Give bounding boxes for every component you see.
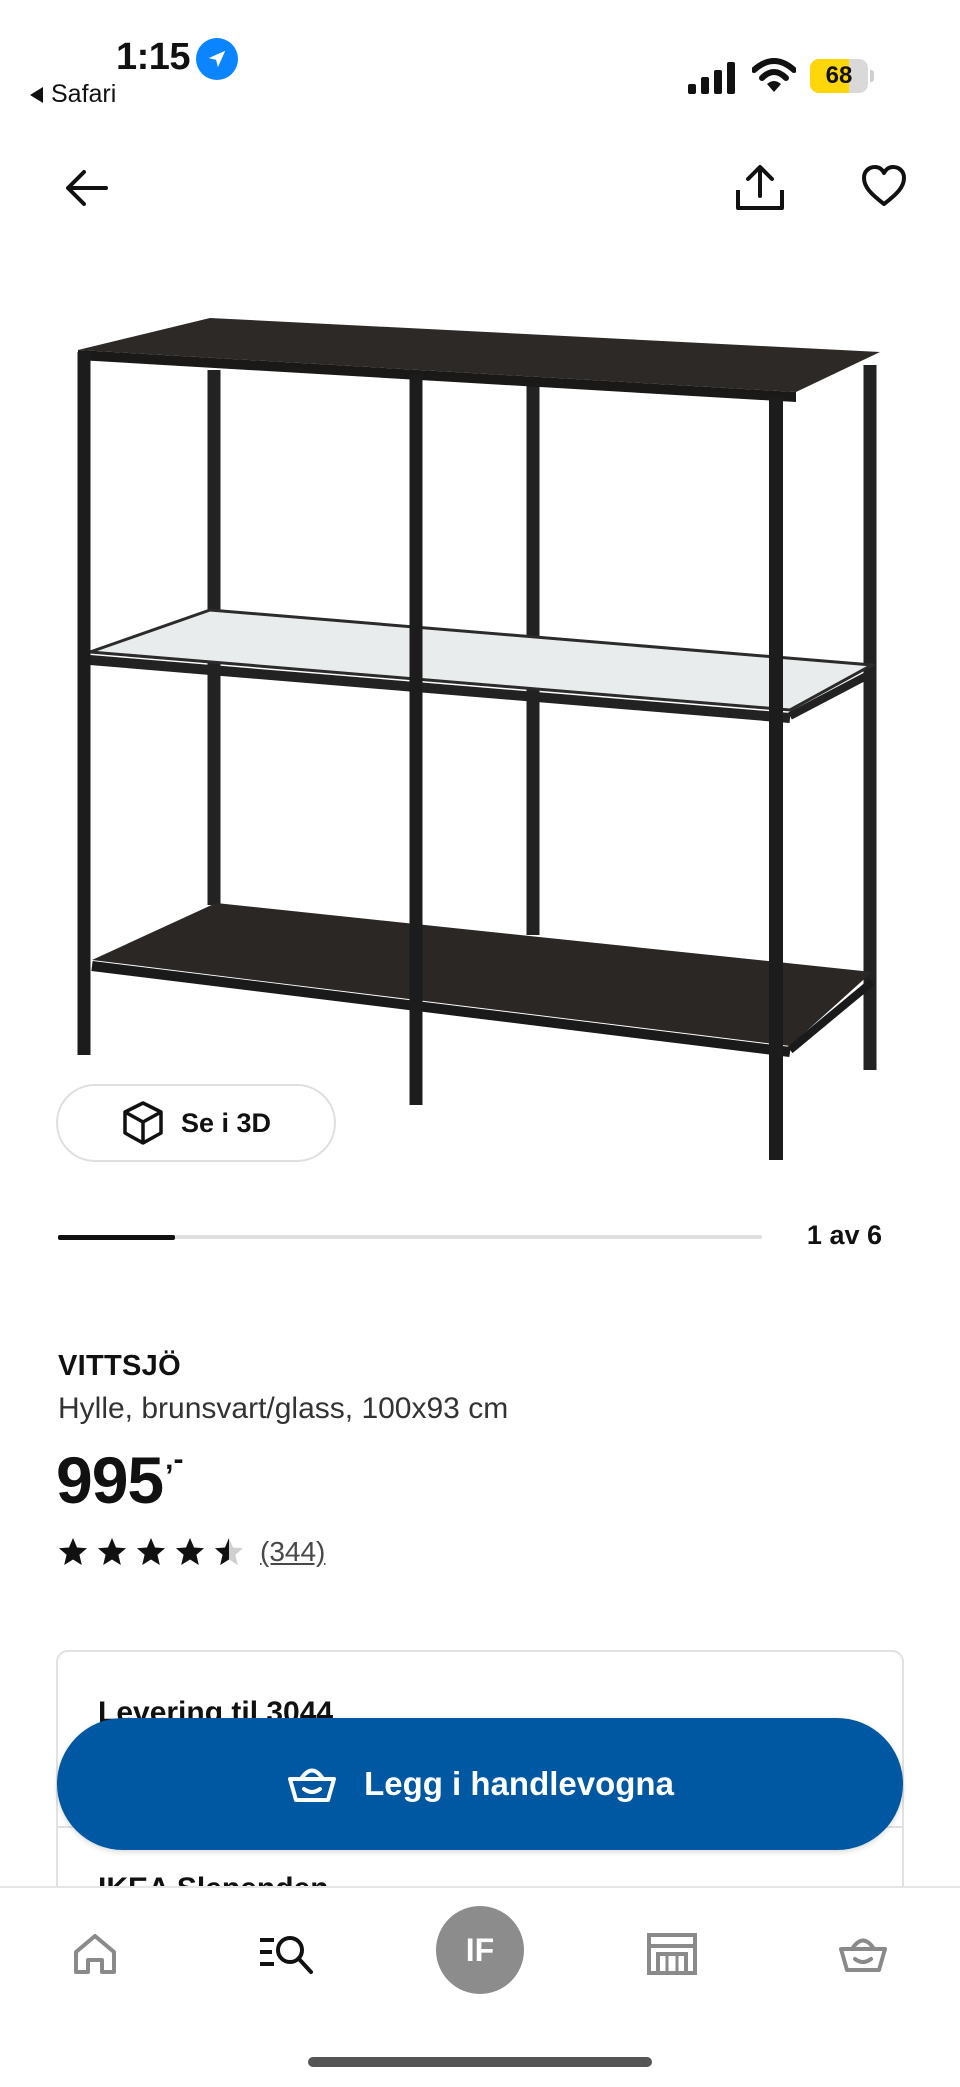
product-image[interactable] xyxy=(40,290,920,1190)
wifi-icon xyxy=(752,58,796,92)
avatar-initials: IF xyxy=(465,1931,495,1968)
status-time: 1:15 xyxy=(116,36,191,78)
star-icon xyxy=(137,1538,165,1565)
nav-home[interactable] xyxy=(55,1914,135,1994)
star-icon xyxy=(215,1538,243,1565)
star-icon xyxy=(176,1538,204,1565)
carousel-progress-track[interactable] xyxy=(58,1235,762,1240)
nav-stores[interactable] xyxy=(632,1914,712,1994)
view-3d-button[interactable]: Se i 3D xyxy=(56,1084,336,1162)
review-count-link[interactable]: (344) xyxy=(260,1536,325,1568)
add-to-cart-button[interactable]: Legg i handlevogna xyxy=(57,1718,903,1850)
product-description: Hylle, brunsvart/glass, 100x93 cm xyxy=(58,1392,509,1425)
cellular-signal-icon xyxy=(688,62,735,94)
basket-icon xyxy=(839,1938,887,1972)
add-to-cart-label: Legg i handlevogna xyxy=(364,1765,674,1802)
battery-level: 68 xyxy=(825,62,853,89)
nav-cart[interactable] xyxy=(823,1914,903,1994)
product-rating[interactable]: (344) xyxy=(58,1536,325,1568)
view-3d-label: Se i 3D xyxy=(180,1107,272,1138)
arrow-left-icon xyxy=(66,170,108,206)
search-list-icon xyxy=(260,1936,313,1974)
back-to-app-link[interactable]: Safari xyxy=(30,80,116,109)
basket-icon xyxy=(288,1768,337,1802)
price-suffix: ,- xyxy=(165,1443,184,1476)
home-indicator[interactable] xyxy=(308,2057,652,2067)
rating-stars xyxy=(58,1537,244,1567)
nav-account-avatar[interactable]: IF xyxy=(436,1906,524,1994)
product-name: VITTSJÖ xyxy=(58,1350,181,1382)
share-button[interactable] xyxy=(728,156,792,220)
battery-indicator: 68 xyxy=(810,59,874,93)
star-icon xyxy=(98,1538,126,1565)
nav-search[interactable] xyxy=(246,1914,326,1994)
price-amount: 995 xyxy=(56,1443,164,1517)
carousel-progress-fill xyxy=(58,1235,176,1240)
back-triangle-icon xyxy=(30,86,43,103)
product-price: 995 ,- xyxy=(56,1440,183,1520)
back-app-label: Safari xyxy=(51,80,117,108)
star-icon xyxy=(59,1538,87,1565)
home-icon xyxy=(74,1934,116,1974)
heart-icon xyxy=(862,165,906,206)
carousel-counter: 1 av 6 xyxy=(806,1220,882,1250)
back-button[interactable] xyxy=(56,158,116,218)
favourite-button[interactable] xyxy=(854,156,914,216)
location-arrow-icon xyxy=(196,38,238,80)
share-icon xyxy=(736,165,784,210)
cube-icon xyxy=(123,1101,163,1145)
store-icon xyxy=(647,1933,697,1975)
